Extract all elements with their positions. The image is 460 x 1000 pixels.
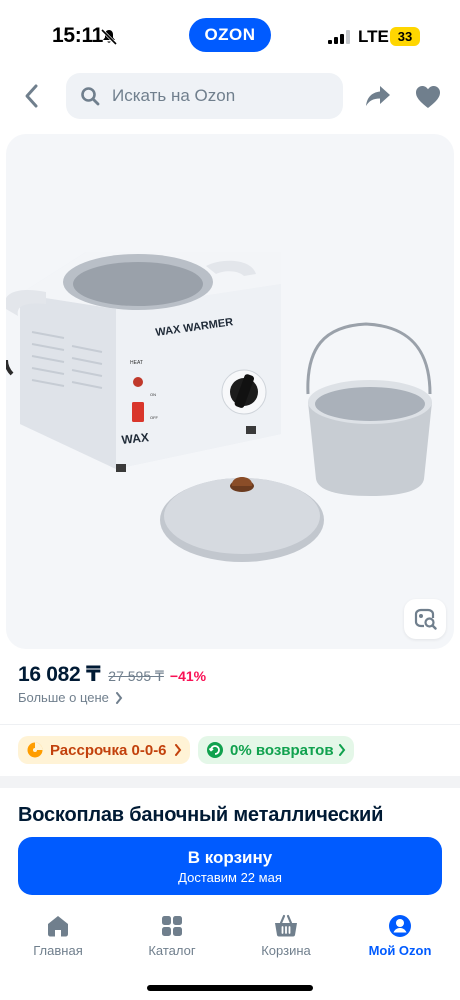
product-image[interactable]: WAX WARMER WAX HEAT ON OFF (6, 134, 454, 649)
home-icon (48, 916, 68, 937)
section-separator (0, 776, 460, 788)
nav-item-home[interactable]: Главная (8, 913, 108, 958)
delivery-date: Доставим 22 мая (178, 869, 282, 885)
divider (0, 724, 460, 725)
image-search-button[interactable] (404, 599, 446, 639)
battery-indicator: 33 (390, 27, 420, 46)
nav-item-profile[interactable]: Мой Ozon (350, 913, 450, 958)
profile-icon (389, 915, 411, 937)
chevron-right-icon (339, 744, 346, 756)
switch-on-text: ON (150, 392, 156, 397)
signal-icon (328, 30, 350, 44)
nav-label-cart: Корзина (261, 943, 311, 958)
chevron-left-icon[interactable] (20, 82, 44, 110)
status-bar: 15:11 OZON LTE 33 (0, 0, 460, 72)
installment-label: Рассрочка 0-0-6 (50, 741, 167, 759)
cart-icon (275, 914, 297, 937)
heat-label-text: HEAT (130, 360, 143, 366)
catalog-icon (162, 916, 182, 936)
chevron-right-icon (175, 744, 182, 756)
nav-item-catalog[interactable]: Каталог (122, 913, 222, 958)
returns-icon (207, 742, 223, 758)
search-placeholder: Искать на Ozon (112, 86, 236, 105)
search-input[interactable]: Искать на Ozon (66, 73, 343, 119)
bell-muted-icon (100, 28, 118, 46)
image-search-icon (414, 608, 437, 630)
nav-item-cart[interactable]: Корзина (236, 913, 336, 958)
cart-label: В корзину (187, 847, 273, 867)
price-row: 16 082 ₸ 27 595 ₸ −41% (18, 662, 206, 687)
body-label-text: WAX (121, 430, 150, 447)
status-time: 15:11 (52, 24, 104, 47)
more-price-link[interactable]: Больше о цене (18, 690, 123, 705)
nav-label-home: Главная (33, 943, 83, 958)
product-title: Воскоплав баночный металлический (18, 804, 384, 826)
switch-off-text: OFF (150, 415, 159, 420)
price-old: 27 595 ₸ (108, 668, 164, 684)
network-label: LTE (358, 27, 389, 46)
ozon-logo: OZON (189, 18, 271, 52)
price-discount: −41% (169, 668, 207, 684)
nav-label-profile: Мой Ozon (368, 943, 432, 958)
share-icon[interactable] (364, 83, 392, 109)
add-to-cart-button[interactable]: В корзину Доставим 22 мая (18, 837, 442, 895)
wax-warmer-photo: WAX WARMER WAX HEAT ON OFF (6, 252, 432, 562)
price-current: 16 082 ₸ (18, 663, 101, 686)
heart-icon[interactable] (414, 84, 442, 110)
more-price-label: Больше о цене (18, 690, 109, 705)
returns-label: 0% возвратов (230, 741, 334, 759)
installment-icon (27, 742, 43, 758)
returns-badge[interactable]: 0% возвратов (198, 736, 354, 764)
installment-badge[interactable]: Рассрочка 0-0-6 (18, 736, 190, 764)
search-icon (81, 87, 100, 106)
chevron-right-icon (115, 691, 123, 704)
home-indicator (147, 985, 313, 991)
nav-label-catalog: Каталог (148, 943, 196, 958)
